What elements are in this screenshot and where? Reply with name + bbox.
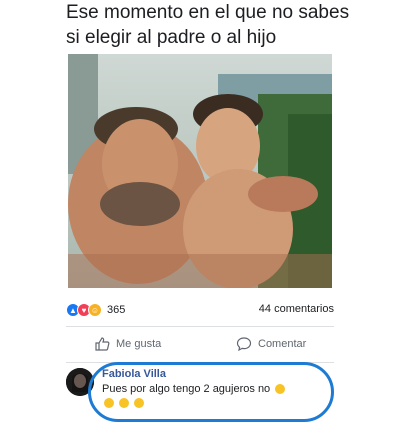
reaction-bar: ▲ ♥ ☺ 365 44 comentarios (66, 300, 334, 320)
thumbs-up-icon (95, 337, 110, 351)
speech-bubble-icon (236, 337, 252, 352)
like-button[interactable]: Me gusta (94, 336, 161, 352)
avatar-photo (66, 368, 94, 396)
comments-count-link[interactable]: 44 comentarios (259, 303, 334, 315)
laughing-emoji-icon (104, 398, 114, 409)
comment-body: Pues por algo tengo 2 agujeros no (102, 383, 271, 395)
caption-line-2: si elegir al padre o al hijo (66, 27, 277, 48)
reaction-summary[interactable]: ▲ ♥ ☺ 365 (66, 303, 125, 317)
comment-author[interactable]: Fabiola Villa (102, 368, 332, 380)
comment-button[interactable]: Comentar (236, 336, 306, 352)
haha-reaction-icon: ☺ (88, 303, 102, 317)
comment: Fabiola Villa Pues por algo tengo 2 aguj… (60, 362, 350, 427)
photo-illustration (68, 54, 332, 288)
post-actions: Me gusta Comentar (66, 334, 334, 356)
blush-emoji-icon (134, 398, 145, 409)
comment-text: Pues por algo tengo 2 agujeros no (102, 382, 332, 410)
comment-label: Comentar (258, 338, 307, 350)
avatar[interactable] (66, 368, 94, 396)
post-photo[interactable] (68, 54, 332, 288)
divider (66, 326, 334, 327)
reaction-count: 365 (107, 304, 126, 316)
caption-line-1: Ese momento en el que no sabes (66, 2, 350, 23)
comment-bubble: Fabiola Villa Pues por algo tengo 2 aguj… (102, 368, 332, 410)
like-label: Me gusta (116, 338, 162, 350)
post-caption: Ese momento en el que no sabes si elegir… (66, 0, 366, 50)
smiley-emoji-icon (275, 384, 286, 395)
grin-emoji-icon (119, 398, 130, 409)
